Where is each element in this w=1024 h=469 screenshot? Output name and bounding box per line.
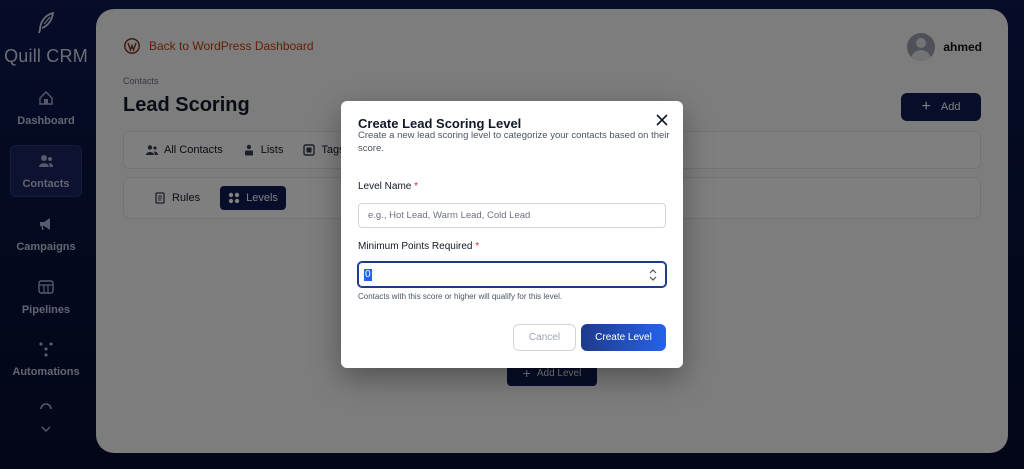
close-icon[interactable] [655,113,669,127]
cancel-button[interactable]: Cancel [513,324,576,351]
min-points-label-text: Minimum Points Required [358,241,473,252]
min-points-value: 0 [364,269,372,281]
min-points-hint: Contacts with this score or higher will … [358,292,563,301]
required-mark: * [414,181,419,192]
min-points-label: Minimum Points Required * [358,241,479,252]
number-spinner-icon[interactable] [649,268,657,282]
min-points-input[interactable]: 0 [357,261,667,288]
level-name-input[interactable] [358,203,666,228]
create-level-dialog: Create Lead Scoring Level Create a new l… [341,101,683,368]
required-mark: * [475,241,480,252]
level-name-label-text: Level Name [358,181,412,192]
level-name-label: Level Name * [358,181,418,192]
create-level-button[interactable]: Create Level [581,324,666,351]
dialog-description: Create a new lead scoring level to categ… [358,130,670,154]
